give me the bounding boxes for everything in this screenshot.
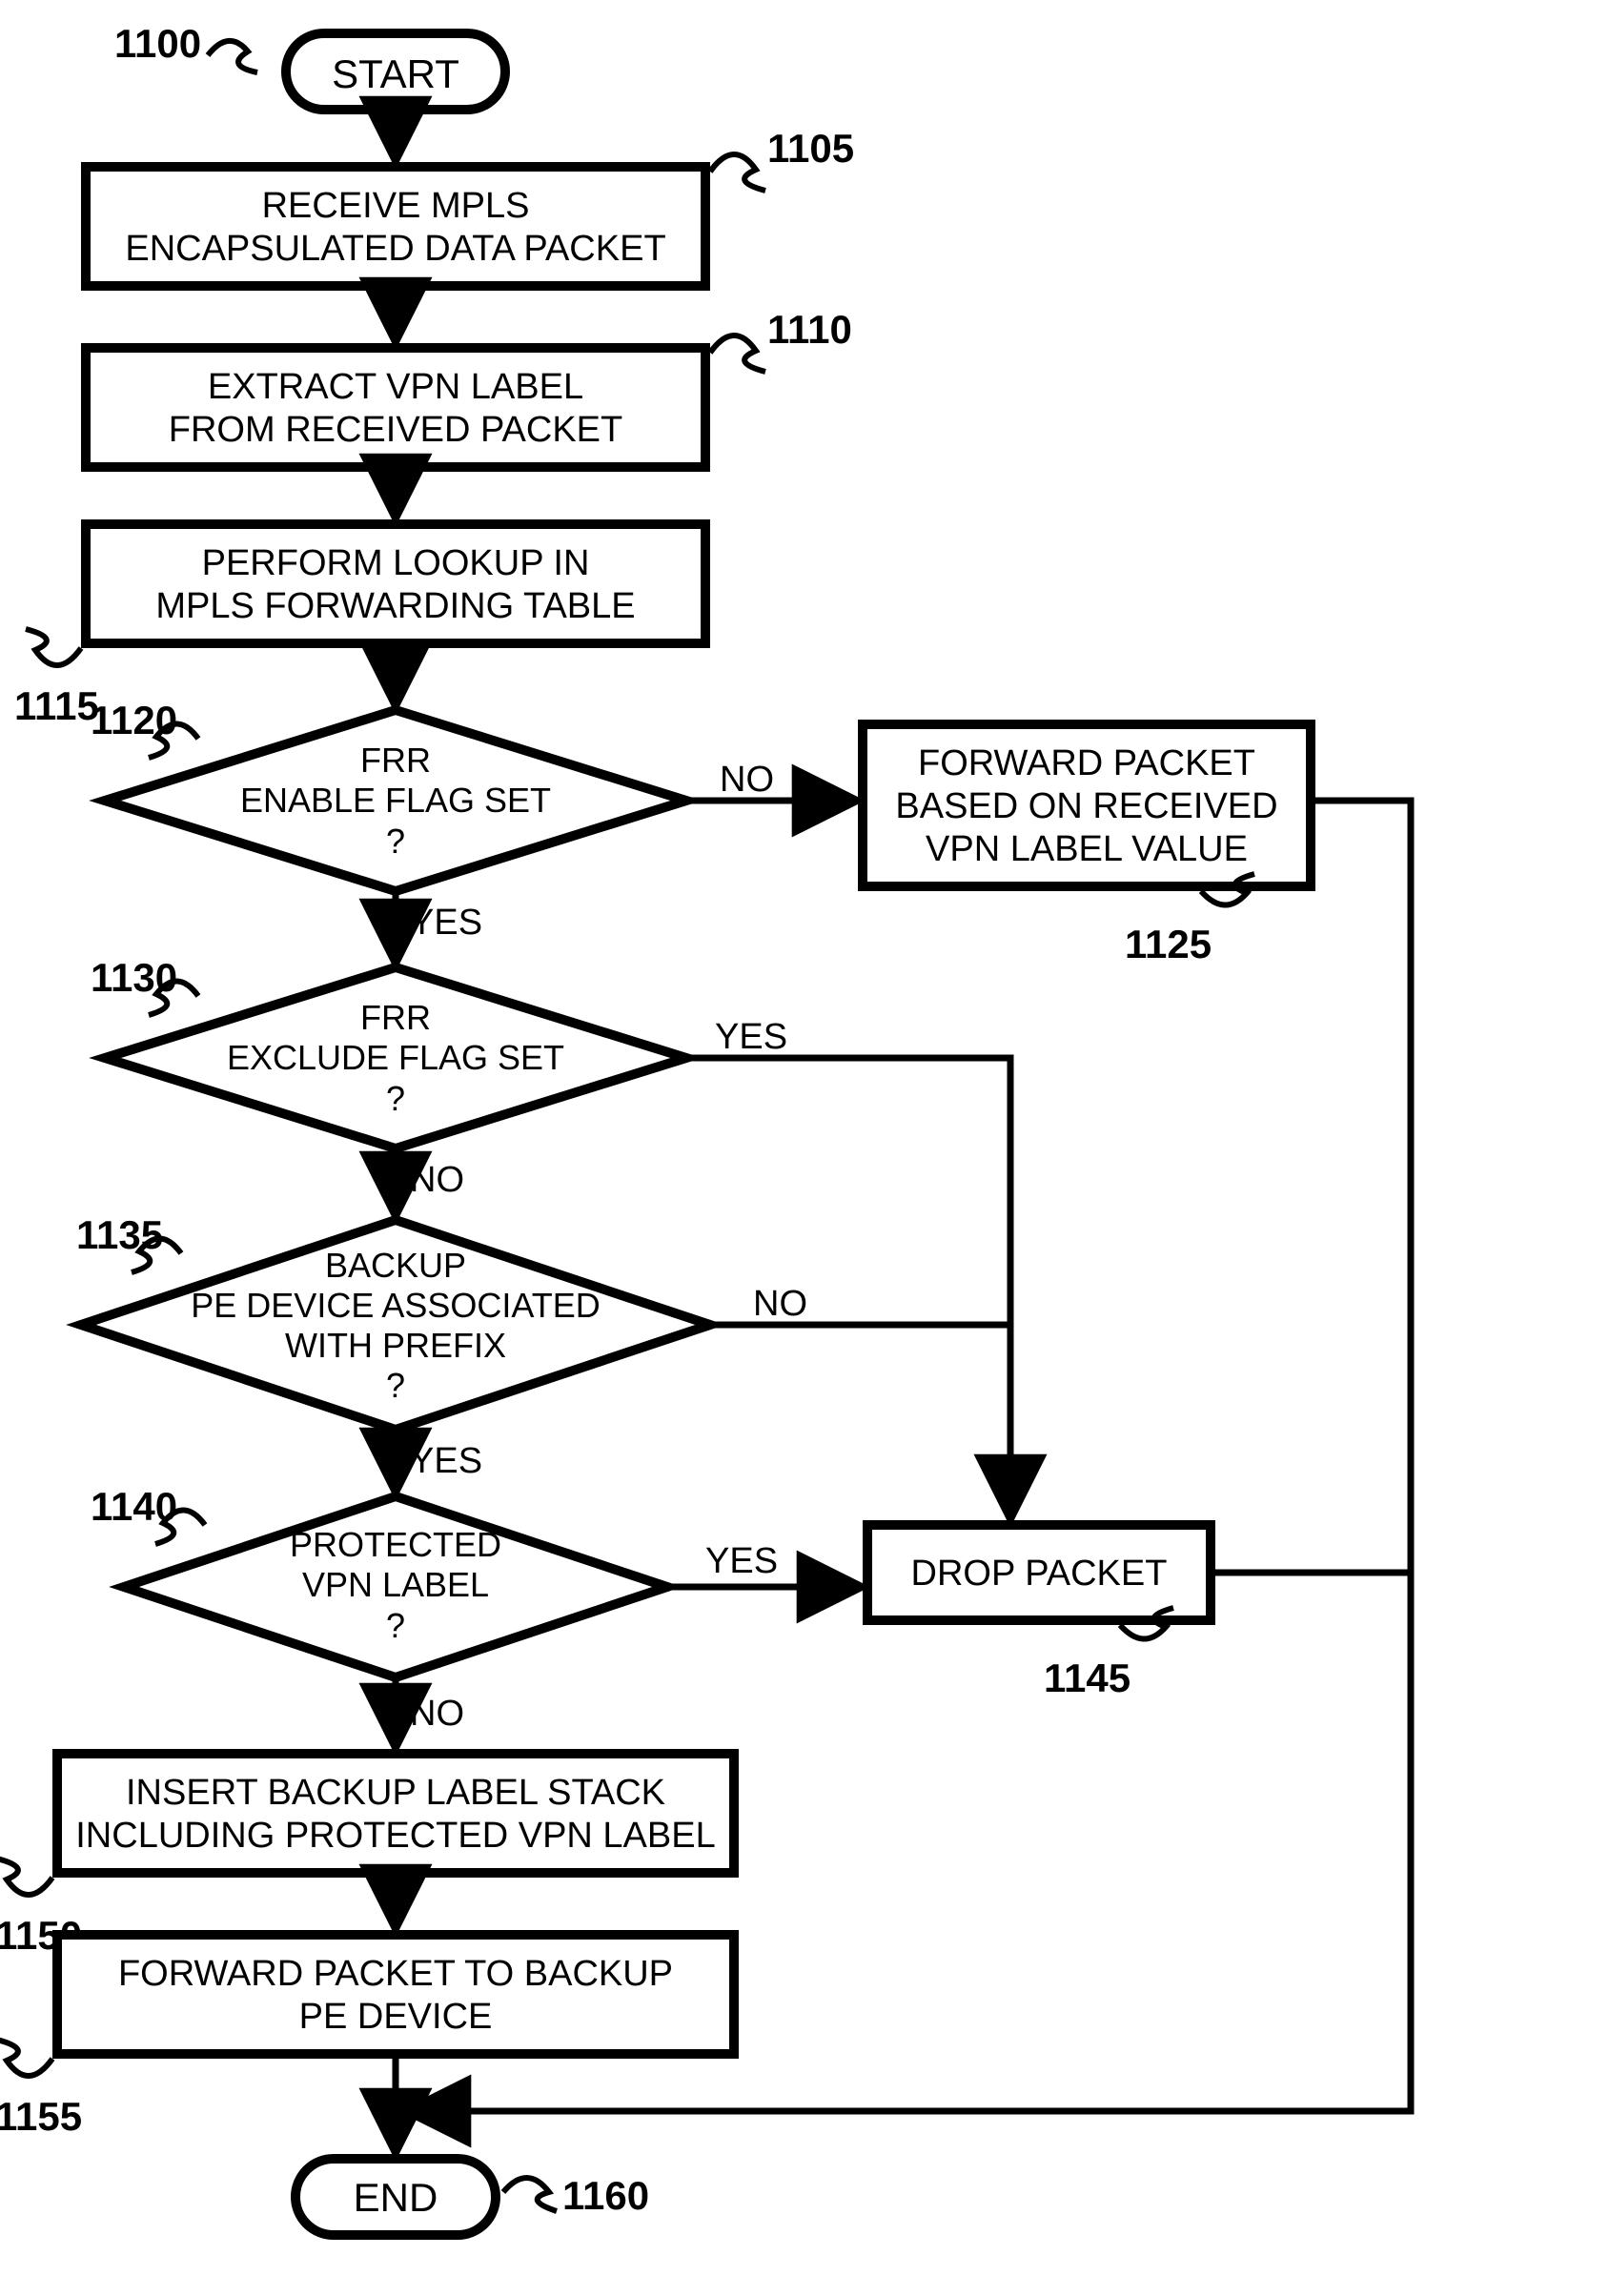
svg-text:FRR: FRR	[360, 741, 431, 780]
ref-tail-1150	[0, 1859, 52, 1895]
ref-1125: 1125	[1125, 922, 1212, 966]
ref-1135: 1135	[76, 1212, 163, 1257]
label-1140-yes: YES	[705, 1541, 778, 1581]
svg-text:PROTECTED: PROTECTED	[290, 1525, 501, 1564]
svg-text:VPN LABEL: VPN LABEL	[302, 1565, 489, 1604]
svg-text:MPLS FORWARDING TABLE: MPLS FORWARDING TABLE	[155, 586, 635, 626]
step-1155: FORWARD PACKET TO BACKUP PE DEVICE	[57, 1935, 734, 2054]
start-label: START	[332, 51, 459, 96]
svg-text:ENCAPSULATED DATA PACKET: ENCAPSULATED DATA PACKET	[125, 229, 665, 269]
svg-text:RECEIVE MPLS: RECEIVE MPLS	[262, 186, 530, 226]
svg-text:EXTRACT VPN LABEL: EXTRACT VPN LABEL	[208, 367, 583, 407]
edge-1130-yes	[686, 1058, 1010, 1520]
step-1110: EXTRACT VPN LABEL FROM RECEIVED PACKET	[86, 348, 705, 467]
decision-1120: FRR ENABLE FLAG SET ?	[105, 710, 686, 891]
ref-1155: 1155	[0, 2094, 82, 2139]
svg-text:PE DEVICE: PE DEVICE	[299, 1997, 493, 2037]
label-1135-no: NO	[753, 1284, 807, 1324]
end-terminator: END	[295, 2159, 496, 2235]
svg-text:FRR: FRR	[360, 998, 431, 1037]
step-1125: FORWARD PACKET BASED ON RECEIVED VPN LAB…	[863, 724, 1311, 886]
ref-1145: 1145	[1044, 1656, 1130, 1700]
svg-text:INSERT BACKUP LABEL STACK: INSERT BACKUP LABEL STACK	[126, 1773, 665, 1813]
label-1120-yes: YES	[410, 903, 482, 943]
svg-text:FORWARD PACKET TO BACKUP: FORWARD PACKET TO BACKUP	[118, 1954, 673, 1994]
ref-tail-1110	[710, 335, 765, 372]
ref-1110: 1110	[767, 307, 852, 352]
step-1115: PERFORM LOOKUP IN MPLS FORWARDING TABLE	[86, 524, 705, 643]
label-1130-yes: YES	[715, 1017, 787, 1057]
label-1130-no: NO	[410, 1160, 464, 1200]
ref-tail-1160	[503, 2178, 557, 2211]
ref-1100: 1100	[114, 21, 201, 66]
end-label: END	[354, 2175, 438, 2220]
label-1140-no: NO	[410, 1694, 464, 1734]
label-1120-no: NO	[720, 760, 774, 800]
svg-text:?: ?	[386, 1366, 405, 1405]
svg-text:PE DEVICE ASSOCIATED: PE DEVICE ASSOCIATED	[191, 1286, 600, 1325]
svg-text:EXCLUDE FLAG SET: EXCLUDE FLAG SET	[227, 1038, 564, 1077]
decision-1135: BACKUP PE DEVICE ASSOCIATED WITH PREFIX …	[81, 1220, 710, 1430]
label-1135-yes: YES	[410, 1441, 482, 1481]
start-terminator: START	[286, 33, 505, 110]
svg-text:DROP PACKET: DROP PACKET	[911, 1554, 1168, 1594]
ref-tail-1155	[0, 2040, 52, 2076]
svg-text:?: ?	[386, 822, 405, 861]
ref-1105: 1105	[767, 126, 854, 171]
step-1150: INSERT BACKUP LABEL STACK INCLUDING PROT…	[57, 1754, 734, 1873]
svg-text:BASED ON RECEIVED: BASED ON RECEIVED	[895, 786, 1277, 826]
edge-1125-return	[405, 801, 1411, 2111]
step-1145: DROP PACKET	[867, 1525, 1211, 1620]
ref-1160: 1160	[562, 2173, 649, 2218]
ref-1130: 1130	[91, 955, 177, 1000]
ref-tail-1100	[208, 41, 257, 72]
ref-1140: 1140	[91, 1484, 177, 1529]
ref-1120: 1120	[91, 698, 177, 742]
ref-tail-1105	[710, 154, 765, 191]
svg-text:FORWARD PACKET: FORWARD PACKET	[918, 743, 1255, 783]
ref-tail-1115	[26, 629, 81, 665]
svg-text:WITH PREFIX: WITH PREFIX	[285, 1326, 506, 1365]
svg-text:INCLUDING PROTECTED VPN LABEL: INCLUDING PROTECTED VPN LABEL	[75, 1816, 715, 1856]
svg-text:BACKUP: BACKUP	[325, 1246, 466, 1285]
decision-1130: FRR EXCLUDE FLAG SET ?	[105, 967, 686, 1148]
step-1105: RECEIVE MPLS ENCAPSULATED DATA PACKET	[86, 167, 705, 286]
svg-text:FROM RECEIVED PACKET: FROM RECEIVED PACKET	[169, 410, 622, 450]
svg-text:?: ?	[386, 1079, 405, 1118]
svg-text:?: ?	[386, 1606, 405, 1645]
svg-text:ENABLE FLAG SET: ENABLE FLAG SET	[240, 781, 551, 820]
svg-text:VPN LABEL VALUE: VPN LABEL VALUE	[926, 829, 1248, 869]
ref-1115: 1115	[14, 683, 99, 728]
svg-text:PERFORM LOOKUP IN: PERFORM LOOKUP IN	[202, 543, 590, 583]
